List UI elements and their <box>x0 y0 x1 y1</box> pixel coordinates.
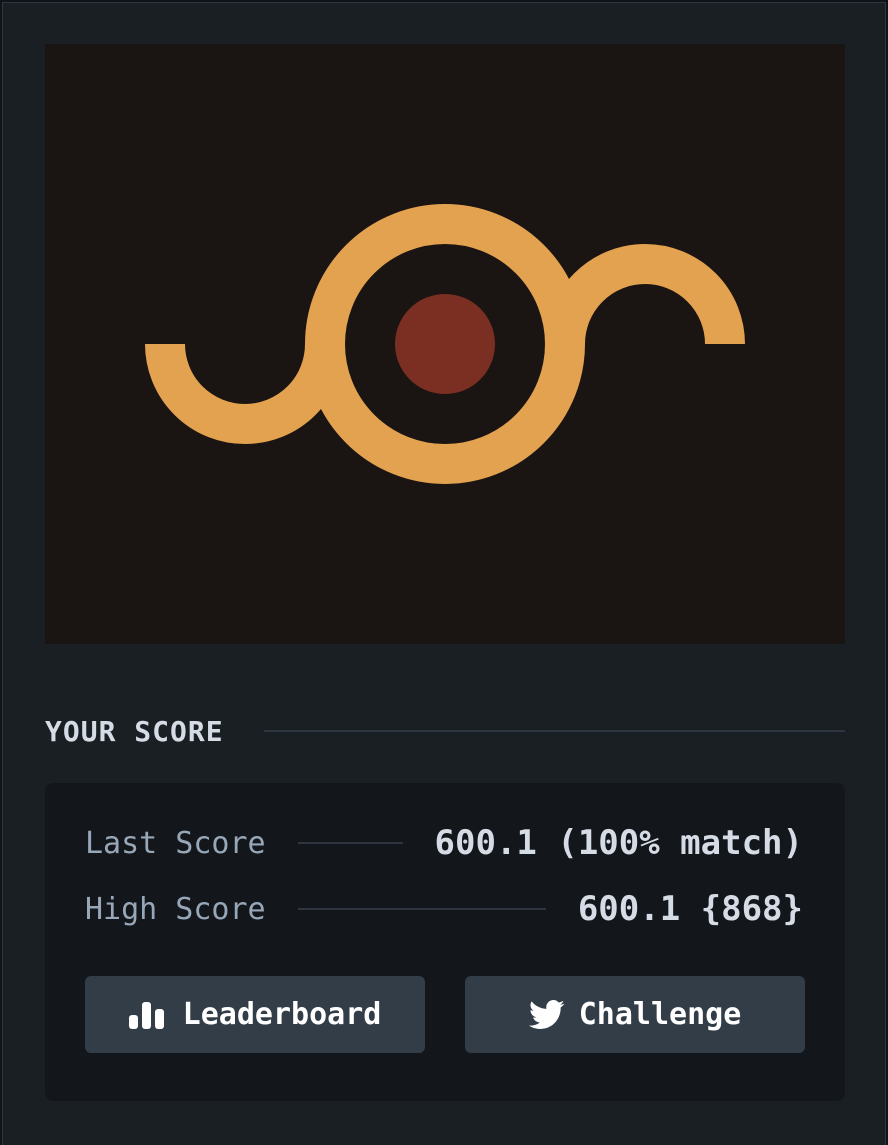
target-shape <box>145 204 745 484</box>
last-score-value: 600.1 (100% match) <box>434 823 803 863</box>
high-score-label: High Score <box>85 891 266 927</box>
high-score-row: High Score 600.1 {868} <box>85 884 803 934</box>
score-section-header: YOUR SCORE <box>45 711 845 751</box>
score-section-title: YOUR SCORE <box>45 714 224 748</box>
leaderboard-button[interactable]: Leaderboard <box>85 976 425 1053</box>
last-score-row: Last Score 600.1 (100% match) <box>85 818 803 868</box>
leaderboard-label: Leaderboard <box>182 997 382 1032</box>
last-score-label: Last Score <box>85 825 266 861</box>
divider <box>297 842 403 844</box>
right-hook-arc <box>545 244 745 345</box>
challenge-label: Challenge <box>578 997 742 1032</box>
left-hook-arc <box>145 343 345 444</box>
divider <box>263 730 845 732</box>
bar-chart-icon <box>128 1001 169 1029</box>
score-card: Last Score 600.1 (100% match) High Score… <box>45 783 845 1101</box>
game-canvas <box>45 44 845 644</box>
twitter-bird-icon <box>528 999 565 1030</box>
challenge-button[interactable]: Challenge <box>465 976 805 1053</box>
game-panel: YOUR SCORE Last Score 600.1 (100% match)… <box>2 2 886 1145</box>
center-dot <box>395 294 495 394</box>
high-score-value: 600.1 {868} <box>577 889 803 929</box>
divider <box>297 908 546 910</box>
